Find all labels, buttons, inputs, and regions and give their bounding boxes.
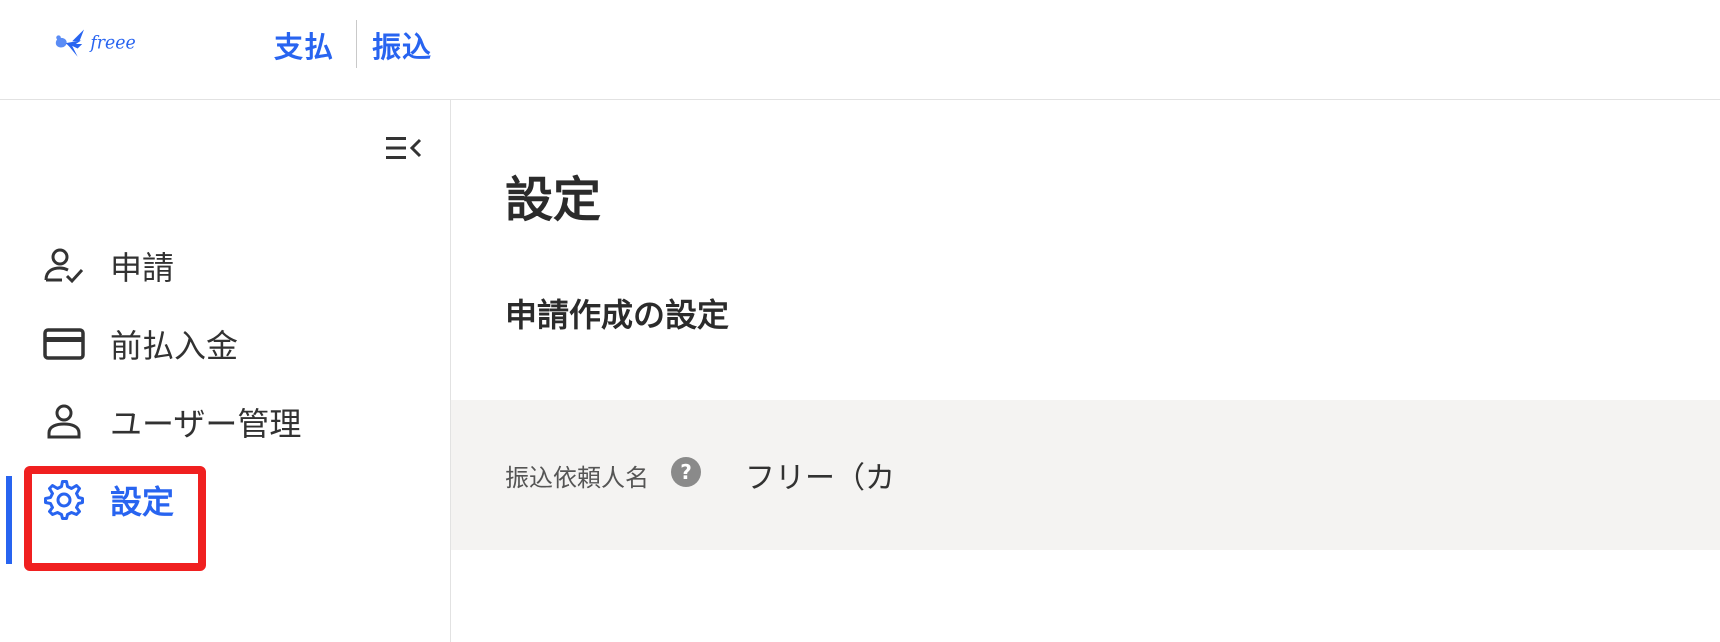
active-indicator <box>6 476 12 564</box>
credit-card-icon <box>42 324 86 364</box>
freee-bird-logo-icon: freee <box>55 29 136 57</box>
main-content: 設定 申請作成の設定 振込依頼人名 ? フリー（カ <box>451 100 1720 642</box>
sidebar-item-prepayment[interactable]: 前払入金 <box>0 308 451 380</box>
sidebar-item-user-management[interactable]: ユーザー管理 <box>0 386 451 458</box>
person-check-icon <box>42 246 86 286</box>
setting-value: フリー（カ <box>745 461 895 496</box>
sidebar-collapse-button[interactable] <box>380 128 428 168</box>
sidebar-item-label: ユーザー管理 <box>110 405 302 443</box>
logo-divider <box>356 20 357 68</box>
page-title: 設定 <box>505 172 602 228</box>
app-header: freee 支払 振込 <box>0 0 1720 100</box>
setting-row-remitter-name: 振込依頼人名 ? フリー（カ <box>451 400 1720 550</box>
sidebar-item-label: 前払入金 <box>110 327 239 365</box>
setting-label: 振込依頼人名 <box>505 464 649 492</box>
gear-icon <box>42 480 86 520</box>
svg-text:freee: freee <box>88 34 135 54</box>
help-icon[interactable]: ? <box>671 457 701 487</box>
sidebar-item-application[interactable]: 申請 <box>0 230 451 302</box>
sidebar-item-settings[interactable]: 設定 <box>0 464 451 536</box>
sidebar-item-label: 申請 <box>110 249 175 287</box>
sidebar-item-label: 設定 <box>110 483 175 521</box>
sidebar: 申請 前払入金 ユーザー管理 設定 <box>0 100 451 642</box>
product-name: 支払 <box>274 30 335 64</box>
freee-logo[interactable]: freee <box>54 8 154 80</box>
feature-name: 振込 <box>372 30 433 64</box>
person-icon <box>42 402 86 442</box>
menu-collapse-icon <box>386 137 422 159</box>
section-title: 申請作成の設定 <box>505 296 730 334</box>
